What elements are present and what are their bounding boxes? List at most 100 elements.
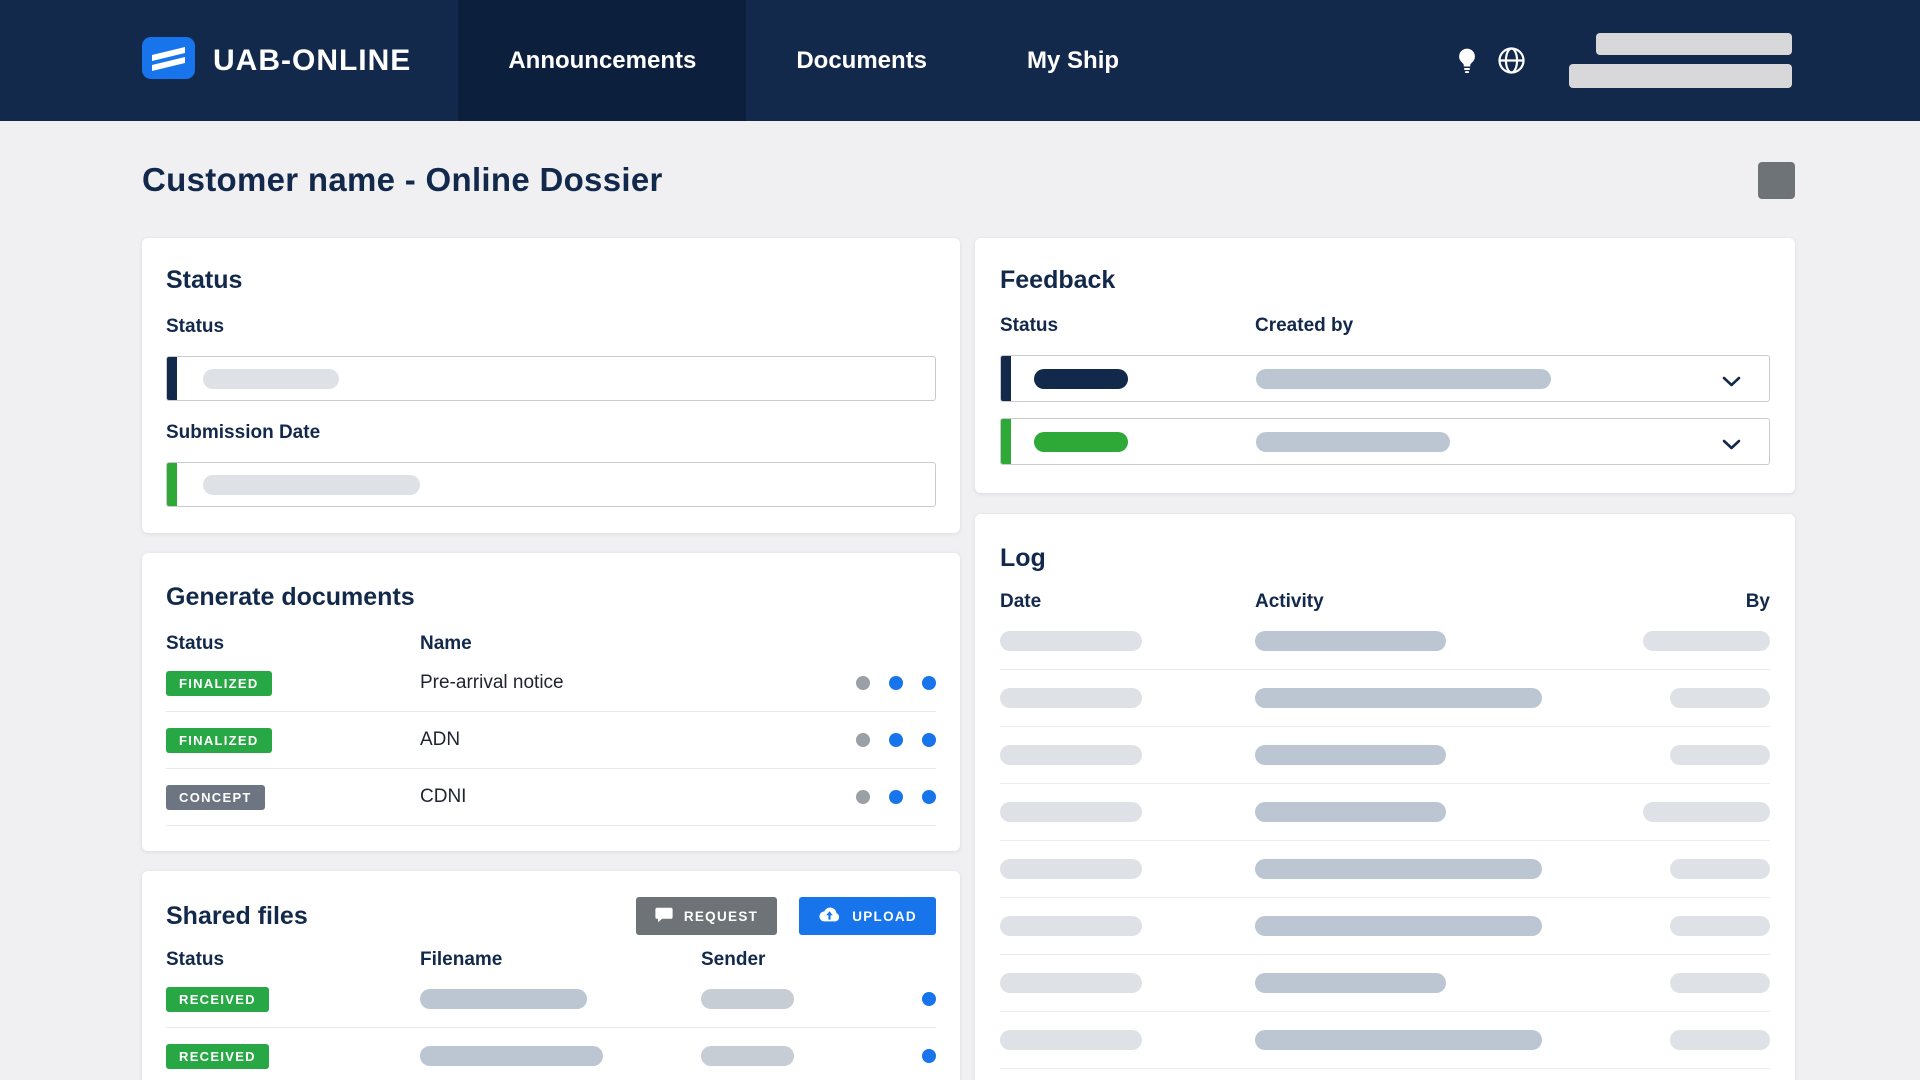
skeleton-activity bbox=[1255, 802, 1446, 822]
upload-button[interactable]: UPLOAD bbox=[799, 897, 936, 935]
blue-dot-icon[interactable] bbox=[889, 790, 903, 804]
status-badge: CONCEPT bbox=[166, 784, 265, 810]
skeleton-date bbox=[1000, 688, 1142, 708]
column-header-name: Name bbox=[420, 633, 472, 654]
skeleton-by bbox=[1670, 688, 1770, 708]
chevron-down-icon bbox=[1722, 437, 1741, 455]
blue-dot-icon[interactable] bbox=[922, 992, 936, 1006]
submission-accent-bar bbox=[167, 463, 177, 506]
request-button[interactable]: REQUEST bbox=[635, 897, 778, 935]
nav-item-my-ship[interactable]: My Ship bbox=[977, 0, 1169, 121]
skeleton-activity bbox=[1255, 631, 1446, 651]
feedback-status-select[interactable] bbox=[1000, 418, 1770, 465]
upload-button-label: UPLOAD bbox=[852, 908, 917, 924]
status-badge: RECEIVED bbox=[166, 986, 269, 1012]
skeleton-date bbox=[1000, 1030, 1142, 1050]
skeleton-date bbox=[1000, 745, 1142, 765]
skeleton-submission-value bbox=[203, 474, 420, 495]
user-info-skeleton bbox=[1569, 33, 1792, 88]
chat-bubble-icon bbox=[655, 907, 673, 926]
log-row bbox=[1000, 1069, 1770, 1080]
skeleton-bar bbox=[1569, 64, 1792, 88]
skeleton-activity bbox=[1255, 745, 1446, 765]
skeleton-status-value bbox=[1034, 369, 1128, 389]
blue-dot-icon[interactable] bbox=[922, 790, 936, 804]
globe-icon[interactable] bbox=[1489, 39, 1533, 83]
skeleton-created-by bbox=[1256, 432, 1450, 452]
document-name: Pre-arrival notice bbox=[420, 672, 564, 693]
skeleton-created-by bbox=[1256, 369, 1551, 389]
brand[interactable]: UAB-ONLINE bbox=[142, 0, 411, 121]
status-badge: FINALIZED bbox=[166, 670, 272, 696]
status-card: Status Status Submission Date bbox=[142, 238, 960, 533]
gray-dot-icon[interactable] bbox=[856, 790, 870, 804]
column-header-created-by: Created by bbox=[1255, 315, 1354, 336]
main-nav: Announcements Documents My Ship bbox=[458, 0, 1169, 121]
skeleton-sender bbox=[701, 1046, 794, 1066]
skeleton-filename bbox=[420, 1046, 603, 1066]
page-action-button[interactable] bbox=[1758, 161, 1795, 199]
document-name: CDNI bbox=[420, 786, 467, 807]
blue-dot-icon[interactable] bbox=[889, 676, 903, 690]
shared-files-card: Shared files REQUEST UPLOAD Status Filen… bbox=[142, 871, 960, 1080]
feedback-status-select[interactable] bbox=[1000, 355, 1770, 402]
log-row bbox=[1000, 955, 1770, 1012]
skeleton-by bbox=[1670, 745, 1770, 765]
navbar: UAB-ONLINE Announcements Documents My Sh… bbox=[0, 0, 1920, 121]
status-badge: FINALIZED bbox=[166, 727, 272, 753]
skeleton-filename bbox=[420, 989, 587, 1009]
blue-dot-icon[interactable] bbox=[889, 733, 903, 747]
column-header-by: By bbox=[1745, 591, 1770, 612]
shared-file-row: RECEIVED bbox=[166, 971, 936, 1028]
skeleton-by bbox=[1643, 802, 1770, 822]
blue-dot-icon[interactable] bbox=[922, 1049, 936, 1063]
log-row bbox=[1000, 1012, 1770, 1069]
skeleton-date bbox=[1000, 916, 1142, 936]
generate-documents-card: Generate documents Status Name FINALIZED… bbox=[142, 553, 960, 851]
skeleton-activity bbox=[1255, 916, 1542, 936]
column-header-activity: Activity bbox=[1255, 591, 1324, 612]
gray-dot-icon[interactable] bbox=[856, 676, 870, 690]
log-row bbox=[1000, 841, 1770, 898]
feedback-accent-bar bbox=[1001, 419, 1011, 464]
log-row bbox=[1000, 784, 1770, 841]
skeleton-status-value bbox=[203, 368, 339, 389]
skeleton-date bbox=[1000, 631, 1142, 651]
document-row: FINALIZED ADN bbox=[166, 712, 936, 769]
log-row bbox=[1000, 898, 1770, 955]
skeleton-bar bbox=[1596, 33, 1792, 55]
column-header-date: Date bbox=[1000, 591, 1042, 612]
status-card-title: Status bbox=[166, 266, 243, 294]
submission-date-input[interactable] bbox=[166, 462, 936, 507]
column-header-status: Status bbox=[166, 633, 225, 654]
shared-file-row: RECEIVED bbox=[166, 1028, 936, 1080]
skeleton-date bbox=[1000, 973, 1142, 993]
skeleton-by bbox=[1670, 973, 1770, 993]
column-header-sender: Sender bbox=[701, 949, 766, 970]
skeleton-by bbox=[1670, 916, 1770, 936]
skeleton-activity bbox=[1255, 859, 1542, 879]
skeleton-by bbox=[1670, 859, 1770, 879]
skeleton-by bbox=[1670, 1030, 1770, 1050]
blue-dot-icon[interactable] bbox=[922, 733, 936, 747]
skeleton-activity bbox=[1255, 1030, 1542, 1050]
blue-dot-icon[interactable] bbox=[922, 676, 936, 690]
column-header-status: Status bbox=[166, 949, 225, 970]
feedback-title: Feedback bbox=[1000, 266, 1116, 294]
skeleton-activity bbox=[1255, 973, 1446, 993]
status-accent-bar bbox=[167, 357, 177, 400]
lightbulb-icon[interactable] bbox=[1445, 39, 1489, 83]
page-title: Customer name - Online Dossier bbox=[142, 161, 663, 198]
chevron-down-icon bbox=[1722, 374, 1741, 392]
submission-date-label: Submission Date bbox=[166, 422, 321, 443]
nav-item-documents[interactable]: Documents bbox=[746, 0, 977, 121]
skeleton-sender bbox=[701, 989, 794, 1009]
gray-dot-icon[interactable] bbox=[856, 733, 870, 747]
column-header-status: Status bbox=[1000, 315, 1059, 336]
nav-item-announcements[interactable]: Announcements bbox=[458, 0, 747, 121]
navbar-right bbox=[1445, 0, 1792, 121]
status-input[interactable] bbox=[166, 356, 936, 401]
log-row bbox=[1000, 613, 1770, 670]
skeleton-by bbox=[1643, 631, 1770, 651]
request-button-label: REQUEST bbox=[683, 908, 759, 924]
